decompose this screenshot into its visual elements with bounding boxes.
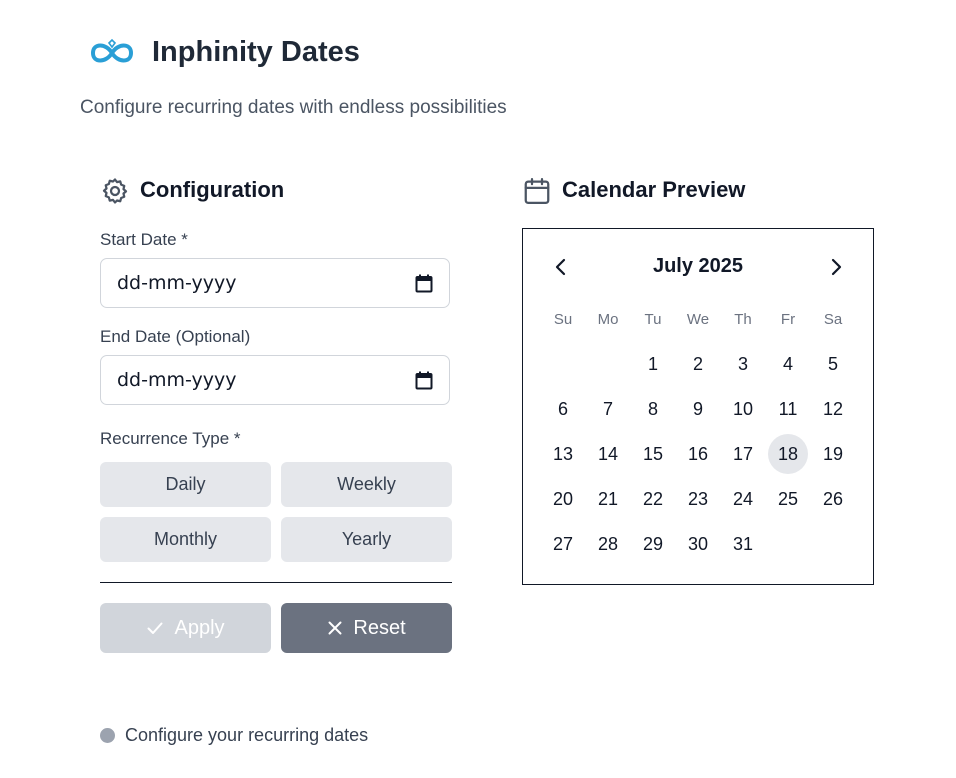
weekday-label: Mo	[597, 311, 619, 328]
calendar-icon	[522, 176, 552, 206]
weekday-label: Su	[553, 311, 573, 328]
calendar-day[interactable]: 31	[723, 524, 763, 564]
calendar-day[interactable]: 25	[768, 479, 808, 519]
calendar-picker-icon[interactable]	[415, 371, 433, 390]
recurrence-weekly-button[interactable]: Weekly	[281, 462, 452, 507]
calendar-day[interactable]: 9	[678, 389, 718, 429]
calendar-day[interactable]: 21	[588, 479, 628, 519]
calendar-day[interactable]: 26	[813, 479, 853, 519]
recurrence-type-label: Recurrence Type *	[100, 429, 241, 448]
calendar-widget: July 2025 Su Mo Tu We Th Fr Sa 1 2 3 4 5 6 7 8 9 10 11 12…	[522, 228, 874, 585]
check-icon	[146, 619, 164, 637]
calendar-day[interactable]: 19	[813, 434, 853, 474]
infinity-logo-icon	[88, 38, 136, 68]
calendar-day[interactable]: 3	[723, 344, 763, 384]
calendar-day-selected[interactable]: 18	[768, 434, 808, 474]
calendar-day[interactable]: 1	[633, 344, 673, 384]
calendar-day[interactable]: 15	[633, 434, 673, 474]
close-icon	[327, 620, 343, 636]
calendar-picker-icon[interactable]	[415, 274, 433, 293]
calendar-day[interactable]: 6	[543, 389, 583, 429]
weekday-label: Sa	[823, 311, 843, 328]
calendar-preview-title: Calendar Preview	[562, 177, 746, 202]
calendar-day[interactable]: 16	[678, 434, 718, 474]
app-title: Inphinity Dates	[152, 36, 360, 68]
divider	[100, 582, 452, 583]
calendar-day[interactable]: 8	[633, 389, 673, 429]
weekday-label: We	[686, 311, 710, 328]
calendar-day[interactable]: 23	[678, 479, 718, 519]
end-date-field[interactable]: dd-mm-yyyy	[100, 355, 450, 405]
calendar-day[interactable]: 10	[723, 389, 763, 429]
start-date-label: Start Date *	[100, 230, 188, 249]
calendar-day[interactable]: 13	[543, 434, 583, 474]
calendar-day[interactable]: 11	[768, 389, 808, 429]
weekday-label: Th	[734, 311, 752, 328]
calendar-day[interactable]: 12	[813, 389, 853, 429]
apply-button[interactable]: Apply	[100, 603, 271, 653]
status-indicator	[100, 728, 115, 743]
calendar-day[interactable]: 2	[678, 344, 718, 384]
calendar-day[interactable]: 30	[678, 524, 718, 564]
calendar-day[interactable]: 17	[723, 434, 763, 474]
app-subtitle: Configure recurring dates with endless p…	[80, 97, 507, 118]
recurrence-daily-button[interactable]: Daily	[100, 462, 271, 507]
gear-icon	[100, 176, 130, 206]
recurrence-monthly-button[interactable]: Monthly	[100, 517, 271, 562]
calendar-day[interactable]: 20	[543, 479, 583, 519]
calendar-day[interactable]: 28	[588, 524, 628, 564]
status-text: Configure your recurring dates	[125, 725, 369, 745]
weekday-label: Fr	[780, 311, 796, 328]
calendar-day[interactable]: 14	[588, 434, 628, 474]
calendar-day[interactable]: 22	[633, 479, 673, 519]
apply-label: Apply	[174, 616, 225, 639]
calendar-month-label: July 2025	[652, 255, 744, 277]
reset-button[interactable]: Reset	[281, 603, 452, 653]
chevron-right-icon[interactable]	[824, 255, 848, 279]
weekday-label: Tu	[644, 311, 662, 328]
calendar-day[interactable]: 27	[543, 524, 583, 564]
reset-label: Reset	[353, 616, 406, 639]
start-date-placeholder: dd-mm-yyyy	[117, 272, 237, 294]
calendar-day[interactable]: 5	[813, 344, 853, 384]
recurrence-yearly-button[interactable]: Yearly	[281, 517, 452, 562]
start-date-field[interactable]: dd-mm-yyyy	[100, 258, 450, 308]
end-date-label: End Date (Optional)	[100, 327, 251, 346]
calendar-day[interactable]: 24	[723, 479, 763, 519]
configuration-title: Configuration	[140, 177, 285, 202]
calendar-day[interactable]: 4	[768, 344, 808, 384]
calendar-day[interactable]: 29	[633, 524, 673, 564]
calendar-day[interactable]: 7	[588, 389, 628, 429]
end-date-placeholder: dd-mm-yyyy	[117, 369, 237, 391]
